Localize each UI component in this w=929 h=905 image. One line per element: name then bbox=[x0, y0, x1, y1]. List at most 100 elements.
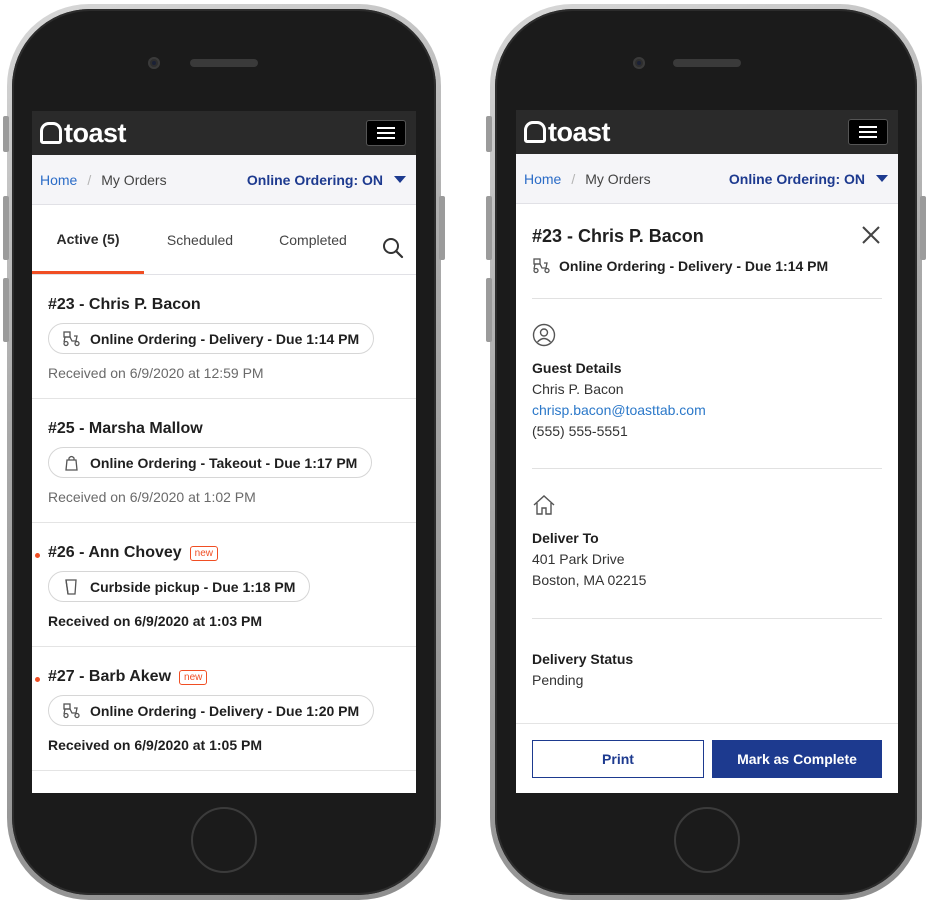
hamburger-icon bbox=[377, 127, 395, 129]
deliver-to-label: Deliver To bbox=[532, 530, 599, 546]
order-type-label: Curbside pickup - Due 1:18 PM bbox=[90, 578, 296, 595]
new-badge: new bbox=[179, 669, 208, 685]
speaker-grille bbox=[190, 59, 258, 67]
order-list-item-27[interactable]: #27 - Barb Akew new Online Ordering - De… bbox=[32, 647, 416, 771]
print-button[interactable]: Print bbox=[532, 739, 704, 778]
order-list-item-26[interactable]: #26 - Ann Chovey new Curbside pickup - D… bbox=[32, 523, 416, 647]
online-ordering-label: Online Ordering: ON bbox=[246, 171, 383, 188]
search-icon[interactable] bbox=[382, 237, 404, 259]
breadcrumb-separator: / bbox=[571, 170, 576, 187]
speaker-grille bbox=[673, 59, 741, 67]
breadcrumb: Home / My Orders bbox=[524, 171, 651, 187]
order-tabs: Active (5) Scheduled Completed bbox=[32, 205, 416, 275]
breadcrumb-bar: Home / My Orders Online Ordering: ON bbox=[516, 154, 898, 204]
volume-up-button bbox=[3, 196, 9, 260]
breadcrumb-home-link[interactable]: Home bbox=[40, 172, 77, 188]
order-received-time: Received on 6/9/2020 at 1:03 PM bbox=[48, 613, 262, 629]
order-list-item-23[interactable]: #23 - Chris P. Bacon Online Ordering - D… bbox=[32, 275, 416, 399]
order-received-time: Received on 6/9/2020 at 1:05 PM bbox=[48, 737, 262, 753]
tab-active[interactable]: Active (5) bbox=[32, 204, 144, 274]
hamburger-icon bbox=[859, 126, 877, 128]
power-button bbox=[439, 196, 445, 260]
front-camera bbox=[633, 57, 645, 69]
tab-completed[interactable]: Completed bbox=[256, 204, 370, 274]
unread-dot bbox=[35, 677, 40, 682]
volume-up-button bbox=[486, 196, 492, 260]
caret-down-icon bbox=[876, 175, 888, 182]
volume-down-button bbox=[3, 278, 9, 342]
hamburger-menu-button[interactable] bbox=[848, 119, 888, 145]
address-line-1: 401 Park Drive bbox=[532, 551, 625, 567]
delivery-scooter-icon bbox=[63, 703, 80, 719]
delivery-scooter-icon bbox=[533, 258, 550, 274]
logo-text: toast bbox=[548, 116, 611, 147]
breadcrumb-current: My Orders bbox=[101, 171, 167, 188]
order-title: #26 - Ann Chovey bbox=[48, 544, 182, 561]
order-type-label: Online Ordering - Takeout - Due 1:17 PM bbox=[90, 454, 358, 471]
volume-down-button bbox=[486, 278, 492, 342]
online-ordering-dropdown[interactable]: Online Ordering: ON bbox=[729, 171, 888, 187]
tab-scheduled[interactable]: Scheduled bbox=[144, 204, 256, 274]
delivery-status-value: Pending bbox=[532, 672, 584, 688]
order-detail-type: Online Ordering - Delivery - Due 1:14 PM bbox=[559, 257, 829, 274]
breadcrumb-current: My Orders bbox=[585, 170, 651, 187]
guest-details-section: Guest Details Chris P. Bacon chrisp.baco… bbox=[532, 299, 882, 469]
toast-logo-icon bbox=[40, 122, 62, 144]
order-type-pill: Online Ordering - Delivery - Due 1:14 PM bbox=[48, 323, 375, 354]
order-detail-subtitle: Online Ordering - Delivery - Due 1:14 PM bbox=[532, 257, 882, 274]
takeout-bag-icon bbox=[65, 455, 78, 471]
delivery-status-section: Delivery Status Pending bbox=[532, 619, 882, 688]
toast-logo[interactable]: toast bbox=[524, 116, 611, 147]
new-badge: new bbox=[189, 545, 219, 561]
order-title-row: #27 - Barb Akew new bbox=[48, 667, 416, 687]
hamburger-menu-button[interactable] bbox=[366, 120, 406, 146]
app-header: toast bbox=[516, 110, 898, 154]
phone-frame-left: toast Home / My Orders Online Ordering: … bbox=[3, 4, 445, 900]
screen-order-detail: toast Home / My Orders Online Ordering: … bbox=[516, 110, 898, 793]
breadcrumb-bar: Home / My Orders Online Ordering: ON bbox=[32, 155, 416, 205]
order-received-time: Received on 6/9/2020 at 1:02 PM bbox=[48, 489, 256, 505]
guest-phone: (555) 555-5551 bbox=[532, 423, 628, 439]
order-type-pill: Online Ordering - Takeout - Due 1:17 PM bbox=[48, 447, 373, 478]
guest-email-link[interactable]: chrisp.bacon@toasttab.com bbox=[532, 403, 882, 418]
home-button bbox=[191, 807, 257, 873]
order-list-item-25[interactable]: #25 - Marsha Mallow Online Ordering - Ta… bbox=[32, 399, 416, 523]
order-type-label: Online Ordering - Delivery - Due 1:14 PM bbox=[90, 330, 360, 347]
house-icon bbox=[533, 495, 555, 515]
delivery-scooter-icon bbox=[63, 331, 80, 347]
toast-logo[interactable]: toast bbox=[40, 117, 127, 148]
curbside-icon bbox=[65, 579, 77, 595]
guest-details-label: Guest Details bbox=[532, 360, 622, 376]
caret-down-icon bbox=[394, 176, 406, 183]
order-type-pill: Curbside pickup - Due 1:18 PM bbox=[48, 571, 311, 602]
order-title: #23 - Chris P. Bacon bbox=[48, 296, 201, 313]
order-detail-title: #23 - Chris P. Bacon bbox=[532, 226, 704, 246]
close-icon[interactable] bbox=[860, 224, 882, 246]
mute-switch bbox=[486, 116, 492, 152]
order-title: #25 - Marsha Mallow bbox=[48, 420, 203, 437]
order-title: #27 - Barb Akew bbox=[48, 668, 172, 685]
breadcrumb-home-link[interactable]: Home bbox=[524, 171, 561, 187]
deliver-to-section: Deliver To 401 Park Drive Boston, MA 022… bbox=[532, 469, 882, 619]
user-circle-icon bbox=[532, 323, 556, 347]
breadcrumb: Home / My Orders bbox=[40, 172, 167, 188]
guest-name: Chris P. Bacon bbox=[532, 381, 624, 397]
detail-footer: Print Mark as Complete bbox=[516, 723, 898, 793]
logo-text: toast bbox=[64, 117, 127, 148]
phone-frame-right: toast Home / My Orders Online Ordering: … bbox=[486, 4, 926, 900]
order-type-pill: Online Ordering - Delivery - Due 1:20 PM bbox=[48, 695, 375, 726]
screen-orders-list: toast Home / My Orders Online Ordering: … bbox=[32, 111, 416, 793]
order-type-label: Online Ordering - Delivery - Due 1:20 PM bbox=[90, 702, 360, 719]
order-detail-panel: #23 - Chris P. Bacon Online Ordering - D… bbox=[516, 204, 898, 688]
order-detail-header: #23 - Chris P. Bacon Online Ordering - D… bbox=[532, 204, 882, 299]
online-ordering-dropdown[interactable]: Online Ordering: ON bbox=[247, 172, 406, 188]
order-title-row: #26 - Ann Chovey new bbox=[48, 543, 416, 563]
power-button bbox=[920, 196, 926, 260]
home-button bbox=[674, 807, 740, 873]
mark-complete-button[interactable]: Mark as Complete bbox=[712, 739, 882, 778]
front-camera bbox=[148, 57, 160, 69]
app-header: toast bbox=[32, 111, 416, 155]
address-line-2: Boston, MA 02215 bbox=[532, 572, 647, 588]
order-received-time: Received on 6/9/2020 at 12:59 PM bbox=[48, 365, 264, 381]
delivery-status-label: Delivery Status bbox=[532, 651, 634, 667]
